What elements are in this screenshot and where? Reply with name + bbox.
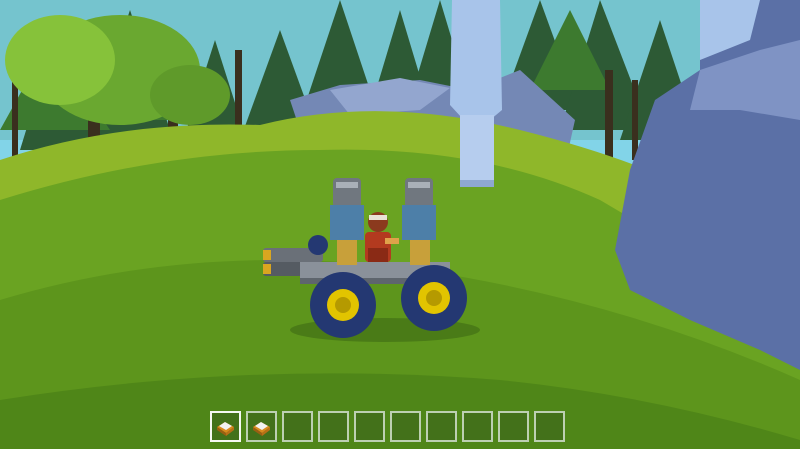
wheel-front-right: [401, 265, 467, 331]
wheel-front-left: [310, 272, 376, 338]
block-item-icon: [217, 422, 234, 436]
hotbar-slot-8[interactable]: [462, 411, 493, 442]
hotbar-slot-7[interactable]: [426, 411, 457, 442]
hotbar-slot-5[interactable]: [354, 411, 385, 442]
game-viewport[interactable]: [0, 0, 800, 449]
block-item-icon: [253, 422, 270, 436]
hotbar-slot-9[interactable]: [498, 411, 529, 442]
hotbar-slot-6[interactable]: [390, 411, 421, 442]
hotbar-slot-4[interactable]: [318, 411, 349, 442]
hotbar-slot-1[interactable]: [210, 411, 241, 442]
hotbar-slot-3[interactable]: [282, 411, 313, 442]
hotbar-slot-2[interactable]: [246, 411, 277, 442]
hotbar-slot-10[interactable]: [534, 411, 565, 442]
hotbar: [210, 411, 565, 443]
